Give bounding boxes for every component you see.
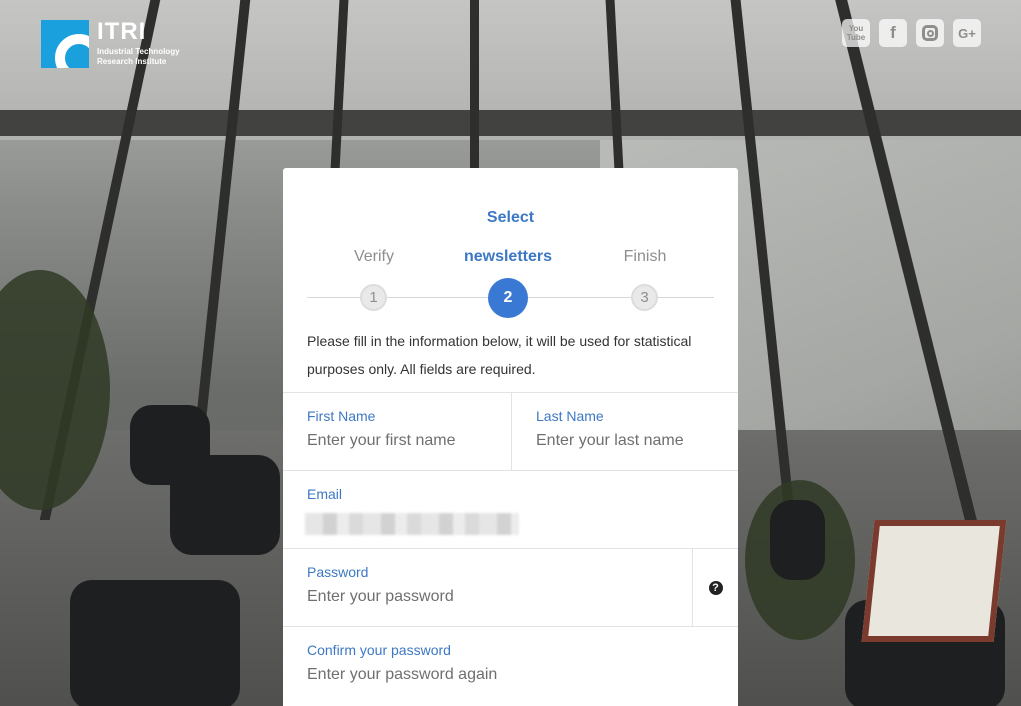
password-label: Password — [307, 564, 369, 580]
step-circle-2: 2 — [488, 278, 528, 318]
first-name-label: First Name — [307, 408, 376, 424]
email-field: Email — [283, 470, 738, 548]
step-label-newsletters: newsletters — [463, 248, 553, 265]
email-input-obscured[interactable] — [305, 513, 519, 535]
step-label-verify: Verify — [353, 248, 394, 265]
step-circle-1: 1 — [360, 284, 387, 311]
step-label-finish: Finish — [623, 248, 667, 265]
itri-logo-icon — [41, 20, 89, 68]
social-links: You Tube f G+ — [842, 19, 981, 47]
last-name-input[interactable] — [536, 432, 729, 450]
password-input[interactable] — [307, 588, 626, 606]
step-heading: Select — [486, 209, 535, 226]
logo-subtitle-line1: Industrial Technology — [97, 47, 180, 56]
email-label: Email — [307, 486, 343, 502]
step-circle-3: 3 — [631, 284, 658, 311]
last-name-label: Last Name — [536, 408, 604, 424]
intro-text: Please fill in the information below, it… — [307, 333, 692, 377]
password-field: Password ? — [283, 548, 738, 626]
first-name-field: First Name — [283, 392, 512, 470]
first-name-input[interactable] — [307, 432, 501, 450]
question-circle-icon: ? — [708, 580, 723, 595]
google-plus-icon[interactable]: G+ — [953, 19, 981, 47]
itri-logo[interactable]: ITRI Industrial Technology Research Inst… — [41, 20, 180, 68]
confirm-password-input[interactable] — [307, 666, 694, 684]
confirm-password-field: Confirm your password — [283, 626, 738, 706]
logo-subtitle-line2: Research Institute — [97, 57, 167, 66]
registration-card: Select Verify newsletters Finish 1 2 3 P… — [283, 168, 738, 706]
instagram-icon[interactable] — [916, 19, 944, 47]
youtube-icon[interactable]: You Tube — [842, 19, 870, 47]
password-help-button[interactable]: ? — [692, 549, 738, 626]
facebook-icon[interactable]: f — [879, 19, 907, 47]
last-name-field: Last Name — [512, 392, 738, 470]
confirm-password-label: Confirm your password — [307, 642, 451, 658]
logo-name: ITRI — [97, 18, 147, 45]
